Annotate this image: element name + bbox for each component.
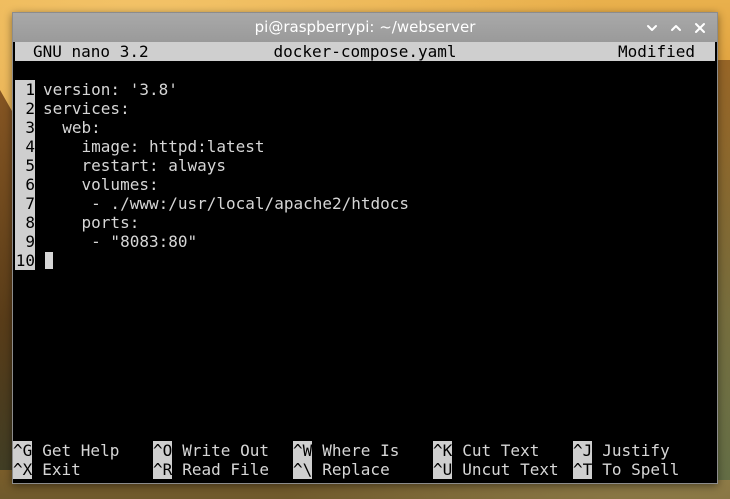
shortcut-write-out[interactable]: ^O Write Out [153,441,269,460]
line-number: 5 [15,156,35,175]
shortcut-key: ^K [433,441,453,460]
line-number: 6 [15,175,35,194]
shortcut-key: ^T [573,460,593,479]
nano-shortcut-bar: ^G Get Help ^O Write Out ^W Where Is ^K Cut … [13,441,717,479]
shortcut-label: Replace [322,460,390,479]
shortcut-cut-text[interactable]: ^K Cut Text [433,441,539,460]
editor-line-6[interactable]: 6 volumes: [15,175,715,194]
shortcut-key: ^J [573,441,593,460]
shortcut-read-file[interactable]: ^R Read File [153,460,269,479]
line-number: 7 [15,194,35,213]
shortcut-key: ^X [13,460,33,479]
editor-line-1[interactable]: 1 version: '3.8' [15,80,715,99]
shortcut-label: To Spell [602,460,680,479]
shortcut-exit[interactable]: ^X Exit [13,460,81,479]
line-number: 3 [15,118,35,137]
line-number: 4 [15,137,35,156]
shortcut-to-spell[interactable]: ^T To Spell [573,460,679,479]
line-text: version: '3.8' [43,80,178,99]
maximize-button[interactable] [665,17,687,39]
line-text: volumes: [43,175,159,194]
shortcut-label: Exit [42,460,81,479]
line-number: 9 [15,232,35,251]
editor-line-9[interactable]: 9 - "8083:80" [15,232,715,251]
close-button[interactable] [689,17,711,39]
shortcut-label: Cut Text [462,441,540,460]
shortcut-row-2: ^X Exit ^R Read File ^\ Replace ^U Uncut Tex… [13,460,717,479]
line-number: 1 [15,80,35,99]
line-text: web: [43,118,101,137]
nano-filename: docker-compose.yaml [273,42,457,61]
terminal-window: pi@raspberrypi: ~/webserver GNU nano 3.2… [12,12,718,484]
shortcut-replace[interactable]: ^\ Replace [293,460,390,479]
shortcut-label: Where Is [322,441,400,460]
line-number: 10 [15,251,35,270]
maximize-icon [671,24,681,31]
line-text: services: [43,99,130,118]
shortcut-label: Write Out [182,441,269,460]
shortcut-where-is[interactable]: ^W Where Is [293,441,399,460]
close-icon [695,22,705,33]
editor-line-4[interactable]: 4 image: httpd:latest [15,137,715,156]
shortcut-get-help[interactable]: ^G Get Help [13,441,119,460]
line-text: - ./www:/usr/local/apache2/htdocs [43,194,410,213]
line-text: ports: [43,213,140,232]
editor-line-2[interactable]: 2 services: [15,99,715,118]
shortcut-label: Read File [182,460,269,479]
shortcut-key: ^U [433,460,453,479]
editor-line-5[interactable]: 5 restart: always [15,156,715,175]
line-text: - "8083:80" [43,232,198,251]
terminal-area[interactable]: GNU nano 3.2 docker-compose.yaml Modifie… [13,42,717,483]
line-text: image: httpd:latest [43,137,265,156]
line-text: restart: always [43,156,227,175]
shortcut-label: Uncut Text [462,460,559,479]
editor-line-8[interactable]: 8 ports: [15,213,715,232]
shortcut-row-1: ^G Get Help ^O Write Out ^W Where Is ^K Cut … [13,441,717,460]
shortcut-key: ^\ [293,460,313,479]
editor-line-10[interactable]: 10 [15,251,715,270]
window-title: pi@raspberrypi: ~/webserver [254,18,476,36]
text-cursor [45,252,53,269]
shortcut-key: ^G [13,441,33,460]
window-titlebar[interactable]: pi@raspberrypi: ~/webserver [13,13,717,42]
editor-line-7[interactable]: 7 - ./www:/usr/local/apache2/htdocs [15,194,715,213]
editor-line-3[interactable]: 3 web: [15,118,715,137]
editor-buffer[interactable]: 1 version: '3.8' 2 services: 3 web: 4 im… [15,80,715,270]
shortcut-justify[interactable]: ^J Justify [573,441,670,460]
line-number: 8 [15,213,35,232]
shortcut-uncut-text[interactable]: ^U Uncut Text [433,460,559,479]
nano-header-bar: GNU nano 3.2 docker-compose.yaml Modifie… [15,42,715,61]
shortcut-key: ^W [293,441,313,460]
window-controls [639,13,711,42]
minimize-button[interactable] [641,17,663,39]
nano-modified-status: Modified [617,42,695,61]
minimize-icon [647,24,657,31]
shortcut-key: ^R [153,460,173,479]
shortcut-label: Justify [602,441,670,460]
shortcut-key: ^O [153,441,173,460]
line-number: 2 [15,99,35,118]
shortcut-label: Get Help [42,441,120,460]
